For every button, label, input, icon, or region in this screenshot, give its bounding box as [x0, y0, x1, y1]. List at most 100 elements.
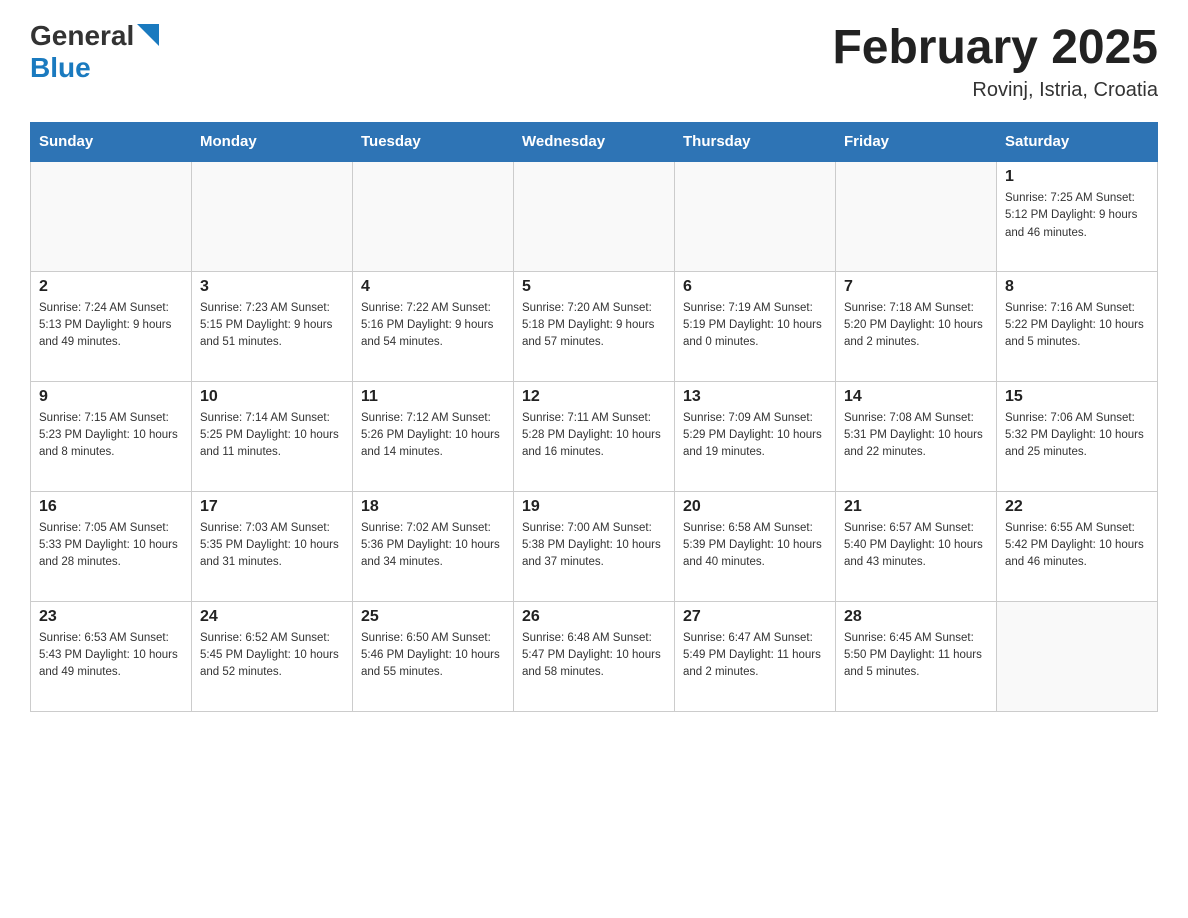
day-info: Sunrise: 7:20 AM Sunset: 5:18 PM Dayligh…: [522, 300, 666, 352]
location-subtitle: Rovinj, Istria, Croatia: [832, 79, 1158, 102]
day-number: 23: [39, 608, 183, 626]
day-number: 20: [683, 498, 827, 516]
day-info: Sunrise: 7:25 AM Sunset: 5:12 PM Dayligh…: [1005, 190, 1149, 242]
day-info: Sunrise: 7:06 AM Sunset: 5:32 PM Dayligh…: [1005, 410, 1149, 462]
calendar-cell: 4 Sunrise: 7:22 AM Sunset: 5:16 PM Daylig…: [353, 271, 514, 381]
day-number: 26: [522, 608, 666, 626]
day-info: Sunrise: 6:57 AM Sunset: 5:40 PM Dayligh…: [844, 520, 988, 572]
calendar-cell: 17 Sunrise: 7:03 AM Sunset: 5:35 PM Dayli…: [192, 491, 353, 601]
calendar-cell: 3 Sunrise: 7:23 AM Sunset: 5:15 PM Daylig…: [192, 271, 353, 381]
calendar-cell: 23 Sunrise: 6:53 AM Sunset: 5:43 PM Dayli…: [31, 601, 192, 711]
day-number: 4: [361, 278, 505, 296]
calendar-cell: 28Sunrise: 6:45 AM Sunset: 5:50 PM Dayli…: [836, 601, 997, 711]
logo-arrow-icon: [137, 24, 159, 46]
calendar-cell: 26 Sunrise: 6:48 AM Sunset: 5:47 PM Dayli…: [514, 601, 675, 711]
day-number: 11: [361, 388, 505, 406]
day-info: Sunrise: 7:00 AM Sunset: 5:38 PM Dayligh…: [522, 520, 666, 572]
weekday-header-friday: Friday: [836, 123, 997, 162]
weekday-header-wednesday: Wednesday: [514, 123, 675, 162]
day-info: Sunrise: 6:58 AM Sunset: 5:39 PM Dayligh…: [683, 520, 827, 572]
day-number: 22: [1005, 498, 1149, 516]
weekday-header-saturday: Saturday: [997, 123, 1158, 162]
day-number: 21: [844, 498, 988, 516]
day-number: 8: [1005, 278, 1149, 296]
day-number: 28: [844, 608, 988, 626]
calendar-cell: [997, 601, 1158, 711]
day-number: 27: [683, 608, 827, 626]
calendar-week-row: 1 Sunrise: 7:25 AM Sunset: 5:12 PM Daylig…: [31, 161, 1158, 271]
day-number: 15: [1005, 388, 1149, 406]
calendar-cell: 2 Sunrise: 7:24 AM Sunset: 5:13 PM Daylig…: [31, 271, 192, 381]
calendar-cell: 15 Sunrise: 7:06 AM Sunset: 5:32 PM Dayli…: [997, 381, 1158, 491]
day-info: Sunrise: 6:48 AM Sunset: 5:47 PM Dayligh…: [522, 630, 666, 682]
calendar-table: SundayMondayTuesdayWednesdayThursdayFrid…: [30, 122, 1158, 712]
day-number: 9: [39, 388, 183, 406]
calendar-cell: 6 Sunrise: 7:19 AM Sunset: 5:19 PM Daylig…: [675, 271, 836, 381]
logo-blue-text: Blue: [30, 52, 91, 83]
calendar-cell: 11 Sunrise: 7:12 AM Sunset: 5:26 PM Dayli…: [353, 381, 514, 491]
logo-general-text: General: [30, 20, 134, 52]
day-info: Sunrise: 6:50 AM Sunset: 5:46 PM Dayligh…: [361, 630, 505, 682]
day-info: Sunrise: 7:14 AM Sunset: 5:25 PM Dayligh…: [200, 410, 344, 462]
day-info: Sunrise: 7:05 AM Sunset: 5:33 PM Dayligh…: [39, 520, 183, 572]
day-number: 13: [683, 388, 827, 406]
calendar-week-row: 23 Sunrise: 6:53 AM Sunset: 5:43 PM Dayli…: [31, 601, 1158, 711]
day-number: 3: [200, 278, 344, 296]
day-info: Sunrise: 7:15 AM Sunset: 5:23 PM Dayligh…: [39, 410, 183, 462]
weekday-header-thursday: Thursday: [675, 123, 836, 162]
day-number: 6: [683, 278, 827, 296]
day-info: Sunrise: 7:16 AM Sunset: 5:22 PM Dayligh…: [1005, 300, 1149, 352]
day-number: 10: [200, 388, 344, 406]
day-number: 7: [844, 278, 988, 296]
calendar-cell: 9 Sunrise: 7:15 AM Sunset: 5:23 PM Daylig…: [31, 381, 192, 491]
calendar-cell: [836, 161, 997, 271]
calendar-cell: 14Sunrise: 7:08 AM Sunset: 5:31 PM Dayli…: [836, 381, 997, 491]
calendar-cell: 1 Sunrise: 7:25 AM Sunset: 5:12 PM Daylig…: [997, 161, 1158, 271]
page-header: General Blue February 2025 Rovinj, Istri…: [30, 20, 1158, 102]
calendar-cell: 16 Sunrise: 7:05 AM Sunset: 5:33 PM Dayli…: [31, 491, 192, 601]
day-info: Sunrise: 7:12 AM Sunset: 5:26 PM Dayligh…: [361, 410, 505, 462]
day-number: 12: [522, 388, 666, 406]
day-info: Sunrise: 7:24 AM Sunset: 5:13 PM Dayligh…: [39, 300, 183, 352]
weekday-header-sunday: Sunday: [31, 123, 192, 162]
calendar-cell: 5 Sunrise: 7:20 AM Sunset: 5:18 PM Daylig…: [514, 271, 675, 381]
day-info: Sunrise: 7:19 AM Sunset: 5:19 PM Dayligh…: [683, 300, 827, 352]
calendar-week-row: 9 Sunrise: 7:15 AM Sunset: 5:23 PM Daylig…: [31, 381, 1158, 491]
calendar-cell: 27 Sunrise: 6:47 AM Sunset: 5:49 PM Dayli…: [675, 601, 836, 711]
day-number: 16: [39, 498, 183, 516]
month-title: February 2025: [832, 20, 1158, 75]
day-number: 19: [522, 498, 666, 516]
day-info: Sunrise: 6:47 AM Sunset: 5:49 PM Dayligh…: [683, 630, 827, 682]
calendar-cell: 12Sunrise: 7:11 AM Sunset: 5:28 PM Dayli…: [514, 381, 675, 491]
day-number: 5: [522, 278, 666, 296]
calendar-cell: [31, 161, 192, 271]
calendar-cell: 10 Sunrise: 7:14 AM Sunset: 5:25 PM Dayli…: [192, 381, 353, 491]
day-info: Sunrise: 7:03 AM Sunset: 5:35 PM Dayligh…: [200, 520, 344, 572]
calendar-cell: 24 Sunrise: 6:52 AM Sunset: 5:45 PM Dayli…: [192, 601, 353, 711]
day-number: 14: [844, 388, 988, 406]
day-number: 18: [361, 498, 505, 516]
logo: General Blue: [30, 20, 159, 84]
weekday-header-row: SundayMondayTuesdayWednesdayThursdayFrid…: [31, 123, 1158, 162]
day-info: Sunrise: 7:18 AM Sunset: 5:20 PM Dayligh…: [844, 300, 988, 352]
day-info: Sunrise: 7:02 AM Sunset: 5:36 PM Dayligh…: [361, 520, 505, 572]
day-number: 25: [361, 608, 505, 626]
day-number: 1: [1005, 168, 1149, 186]
day-info: Sunrise: 7:23 AM Sunset: 5:15 PM Dayligh…: [200, 300, 344, 352]
calendar-cell: 18 Sunrise: 7:02 AM Sunset: 5:36 PM Dayli…: [353, 491, 514, 601]
day-number: 24: [200, 608, 344, 626]
calendar-cell: [514, 161, 675, 271]
day-number: 17: [200, 498, 344, 516]
day-info: Sunrise: 7:22 AM Sunset: 5:16 PM Dayligh…: [361, 300, 505, 352]
weekday-header-monday: Monday: [192, 123, 353, 162]
calendar-cell: 20 Sunrise: 6:58 AM Sunset: 5:39 PM Dayli…: [675, 491, 836, 601]
day-info: Sunrise: 6:53 AM Sunset: 5:43 PM Dayligh…: [39, 630, 183, 682]
calendar-cell: 22Sunrise: 6:55 AM Sunset: 5:42 PM Dayli…: [997, 491, 1158, 601]
calendar-cell: [675, 161, 836, 271]
day-info: Sunrise: 6:52 AM Sunset: 5:45 PM Dayligh…: [200, 630, 344, 682]
calendar-cell: 25 Sunrise: 6:50 AM Sunset: 5:46 PM Dayli…: [353, 601, 514, 711]
calendar-cell: [353, 161, 514, 271]
day-number: 2: [39, 278, 183, 296]
title-area: February 2025 Rovinj, Istria, Croatia: [832, 20, 1158, 102]
calendar-week-row: 2 Sunrise: 7:24 AM Sunset: 5:13 PM Daylig…: [31, 271, 1158, 381]
